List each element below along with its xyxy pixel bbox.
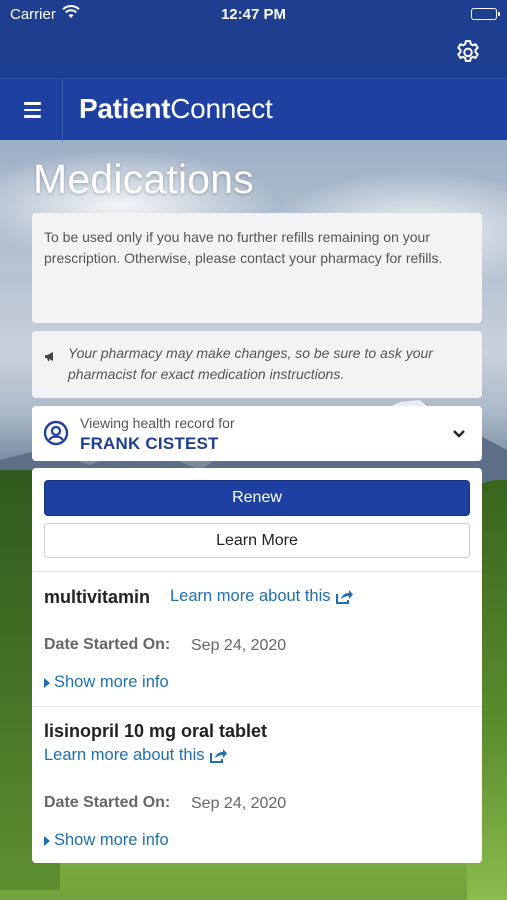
brand-bold: Patient <box>79 93 171 124</box>
learn-about-link[interactable]: Learn more about this <box>44 746 227 765</box>
pharmacy-warning: Your pharmacy may make changes, so be su… <box>32 331 482 398</box>
renew-button[interactable]: Renew <box>44 480 470 516</box>
refill-notice: To be used only if you have no further r… <box>32 213 482 323</box>
date-started-value: Sep 24, 2020 <box>191 637 287 654</box>
gear-icon <box>457 40 479 62</box>
chevron-down-icon <box>452 426 466 444</box>
settings-button[interactable] <box>451 36 485 70</box>
caret-right-icon <box>44 677 50 688</box>
learn-about-link-label: Learn more about this <box>44 746 205 764</box>
medications-list: Renew Learn More multivitamin Learn more… <box>32 468 482 863</box>
health-record-selector[interactable]: Viewing health record for FRANK CISTEST <box>32 406 482 461</box>
person-circle-icon <box>43 420 69 451</box>
learn-about-link[interactable]: Learn more about this <box>170 587 353 606</box>
medication-name: lisinopril 10 mg oral tablet <box>44 721 268 741</box>
medication-name: multivitamin <box>44 587 151 607</box>
page-title: Medications <box>33 156 254 202</box>
show-more-info-link[interactable]: Show more info <box>44 673 169 692</box>
top-bar <box>0 30 507 78</box>
pharmacy-warning-text: Your pharmacy may make changes, so be su… <box>68 345 433 382</box>
clock: 12:47 PM <box>220 6 287 23</box>
battery-icon <box>471 8 500 20</box>
record-label: Viewing health record for <box>80 415 235 431</box>
nav-bar: PatientConnect <box>0 78 507 141</box>
share-external-icon <box>209 748 227 763</box>
date-started-label: Date Started On: <box>44 636 171 653</box>
show-more-info-link[interactable]: Show more info <box>44 831 169 850</box>
menu-button[interactable] <box>12 91 52 129</box>
hamburger-icon <box>23 102 41 105</box>
share-external-icon <box>335 589 353 604</box>
caret-right-icon <box>44 835 50 846</box>
megaphone-icon <box>44 347 56 368</box>
app-logo: PatientConnect <box>79 93 273 125</box>
status-bar: Carrier 12:47 PM <box>0 0 507 30</box>
show-more-info-label: Show more info <box>54 673 169 691</box>
divider <box>32 706 482 707</box>
nav-divider <box>62 79 63 141</box>
refill-notice-text: To be used only if you have no further r… <box>44 229 443 266</box>
learn-about-link-label: Learn more about this <box>170 587 331 605</box>
divider <box>32 571 482 572</box>
brand-light: Connect <box>170 93 273 124</box>
learn-more-button[interactable]: Learn More <box>44 523 470 558</box>
show-more-info-label: Show more info <box>54 831 169 849</box>
date-started-label: Date Started On: <box>44 794 171 811</box>
patient-name: FRANK CISTEST <box>80 434 219 453</box>
date-started-value: Sep 24, 2020 <box>191 795 287 812</box>
